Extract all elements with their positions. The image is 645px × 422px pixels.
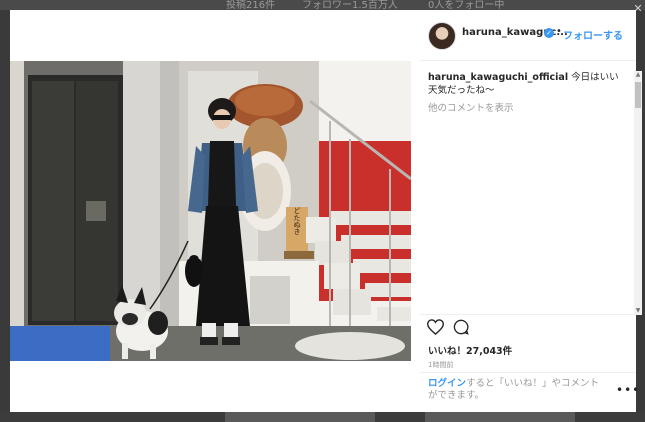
likes-count[interactable]: いいね！27,043件: [428, 343, 512, 357]
post-timestamp: 1時間前: [428, 361, 454, 369]
post-sidebar: haruna_kawaguc... ✓ • フォローする haruna_kawa…: [420, 10, 642, 413]
background-thumbnail: [425, 412, 575, 422]
post-modal: どたぬき haruna_kawaguc... ✓ • フォローする haruna…: [10, 10, 642, 413]
more-options-icon[interactable]: •••: [616, 383, 640, 397]
following-count: 0人をフォロー中: [428, 0, 505, 10]
tanuki-sign-text: どたぬき: [293, 207, 301, 235]
avatar[interactable]: [428, 22, 456, 50]
background-profile-stats: 投稿216件 フォロワー1.5百万人 0人をフォロー中: [0, 0, 645, 10]
login-prompt-text: ログインすると「いいね！」やコメントができます。: [428, 378, 608, 402]
post-photo: どたぬき: [10, 61, 411, 361]
heart-icon[interactable]: [426, 319, 445, 339]
post-actions: いいね！27,043件 1時間前: [420, 314, 636, 375]
view-more-comments-link[interactable]: 他のコメントを表示: [428, 100, 514, 114]
comments-scrollbar[interactable]: ▲ ▼: [634, 71, 642, 315]
followers-count: フォロワー1.5百万人: [302, 0, 398, 10]
post-caption: haruna_kawaguchi_official 今日はいい天気だったね〜: [428, 71, 624, 97]
verified-badge-icon: ✓: [544, 28, 554, 38]
posts-count: 投稿216件: [226, 0, 276, 10]
follow-button[interactable]: フォローする: [563, 27, 623, 42]
comments-list: haruna_kawaguchi_official 今日はいい天気だったね〜 他…: [420, 61, 634, 311]
background-thumbnail: [225, 412, 375, 422]
comment-icon[interactable]: [453, 319, 469, 339]
login-prompt: ログインすると「いいね！」やコメントができます。 •••: [420, 372, 639, 413]
separator-dot: •: [556, 26, 562, 37]
scroll-thumb[interactable]: [635, 82, 641, 108]
background-thumbnails: [0, 412, 645, 422]
login-link[interactable]: ログイン: [428, 378, 466, 389]
post-header: haruna_kawaguc... ✓ • フォローする: [420, 10, 636, 61]
scroll-up-arrow-icon[interactable]: ▲: [634, 71, 642, 79]
caption-username[interactable]: haruna_kawaguchi_official: [428, 72, 568, 83]
